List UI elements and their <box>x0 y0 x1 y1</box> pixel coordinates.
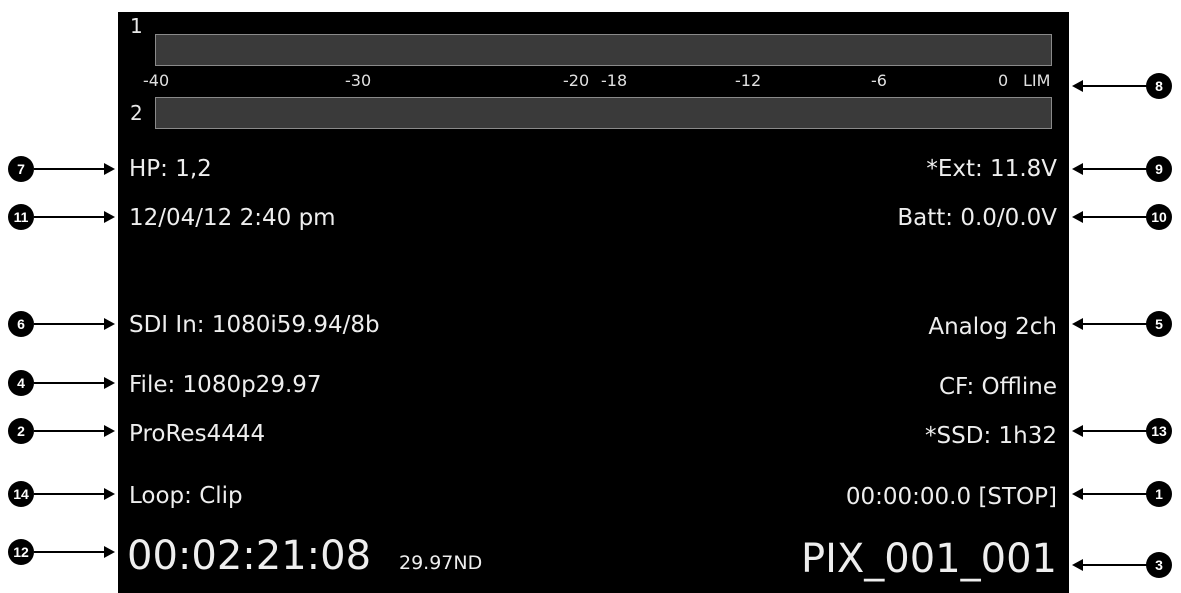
callout-2-arrowhead <box>104 425 115 437</box>
callout-10-arrowhead <box>1072 211 1083 223</box>
callout-4-marker: 4 <box>8 370 34 396</box>
meter-scale-label: -30 <box>345 71 372 90</box>
callout-2-marker: 2 <box>8 418 34 444</box>
callout-6-arrow-line <box>34 323 104 325</box>
callout-1-arrowhead <box>1072 488 1083 500</box>
callout-2-arrow-line <box>34 430 104 432</box>
callout-7-arrowhead <box>104 163 115 175</box>
sdi-input-format: SDI In: 1080i59.94/8b <box>129 312 380 338</box>
callout-3-marker: 3 <box>1146 552 1172 578</box>
callout-13-arrowhead <box>1072 425 1083 437</box>
recorder-display: 1 -40 -30 -20 -18 -12 -6 0 LIM 2 HP: 1,2… <box>118 12 1069 593</box>
loop-mode: Loop: Clip <box>129 483 243 509</box>
callout-9-arrowhead <box>1072 163 1083 175</box>
callout-13-arrow-line <box>1083 430 1147 432</box>
callout-7-marker: 7 <box>8 156 34 182</box>
callout-4-arrowhead <box>104 377 115 389</box>
meter-scale-label: -6 <box>871 71 887 90</box>
transport-status: 00:00:00.0 [STOP] <box>845 484 1057 510</box>
callout-11-marker: 11 <box>8 204 34 230</box>
meter-channel-2-label: 2 <box>130 101 143 125</box>
callout-1-marker: 1 <box>1146 481 1172 507</box>
callout-10-arrow-line <box>1083 216 1147 218</box>
callout-12-marker: 12 <box>8 539 34 565</box>
callout-12-arrowhead <box>104 546 115 558</box>
file-format: File: 1080p29.97 <box>129 372 322 398</box>
callout-13-marker: 13 <box>1146 418 1172 444</box>
callout-8-marker: 8 <box>1146 73 1172 99</box>
callout-5-marker: 5 <box>1146 311 1172 337</box>
callout-10-marker: 10 <box>1146 204 1172 230</box>
callout-11-arrowhead <box>104 211 115 223</box>
callout-14-arrow-line <box>34 493 104 495</box>
audio-meter-channel-2 <box>155 97 1052 129</box>
meter-scale-label: -12 <box>735 71 762 90</box>
callout-8-arrow-line <box>1083 85 1147 87</box>
audio-meter-channel-1 <box>155 34 1052 66</box>
callout-3-arrowhead <box>1072 559 1083 571</box>
callout-9-marker: 9 <box>1146 156 1172 182</box>
callout-4-arrow-line <box>34 382 104 384</box>
callout-11-arrow-line <box>34 216 104 218</box>
callout-12-arrow-line <box>34 551 104 553</box>
callout-5-arrowhead <box>1072 318 1083 330</box>
callout-8-arrowhead <box>1072 80 1083 92</box>
timecode-rate: 29.97ND <box>399 552 483 574</box>
callout-7-arrow-line <box>34 168 104 170</box>
clip-name: PIX_001_001 <box>800 536 1057 582</box>
meter-scale-label: -40 <box>143 71 170 90</box>
meter-scale-label: 0 <box>998 71 1009 90</box>
callout-14-marker: 14 <box>8 481 34 507</box>
callout-9-arrow-line <box>1083 168 1147 170</box>
meter-scale-label: -20 <box>563 71 590 90</box>
headphone-channels: HP: 1,2 <box>129 156 212 182</box>
callout-6-marker: 6 <box>8 311 34 337</box>
date-time: 12/04/12 2:40 pm <box>129 205 336 231</box>
timecode: 00:02:21:08 <box>127 533 372 579</box>
cf-card-status: CF: Offline <box>938 374 1057 400</box>
callout-6-arrowhead <box>104 318 115 330</box>
codec: ProRes4444 <box>129 421 266 447</box>
callout-3-arrow-line <box>1083 564 1147 566</box>
meter-scale-label: -18 <box>601 71 628 90</box>
external-power-voltage: *Ext: 11.8V <box>926 156 1057 182</box>
meter-limit-label: LIM <box>1023 71 1051 90</box>
ssd-remaining-time: *SSD: 1h32 <box>925 423 1057 449</box>
callout-14-arrowhead <box>104 488 115 500</box>
audio-input-mode: Analog 2ch <box>928 314 1057 340</box>
callout-1-arrow-line <box>1083 493 1147 495</box>
battery-voltage: Batt: 0.0/0.0V <box>897 205 1057 231</box>
meter-channel-1-label: 1 <box>130 14 143 38</box>
callout-5-arrow-line <box>1083 323 1147 325</box>
